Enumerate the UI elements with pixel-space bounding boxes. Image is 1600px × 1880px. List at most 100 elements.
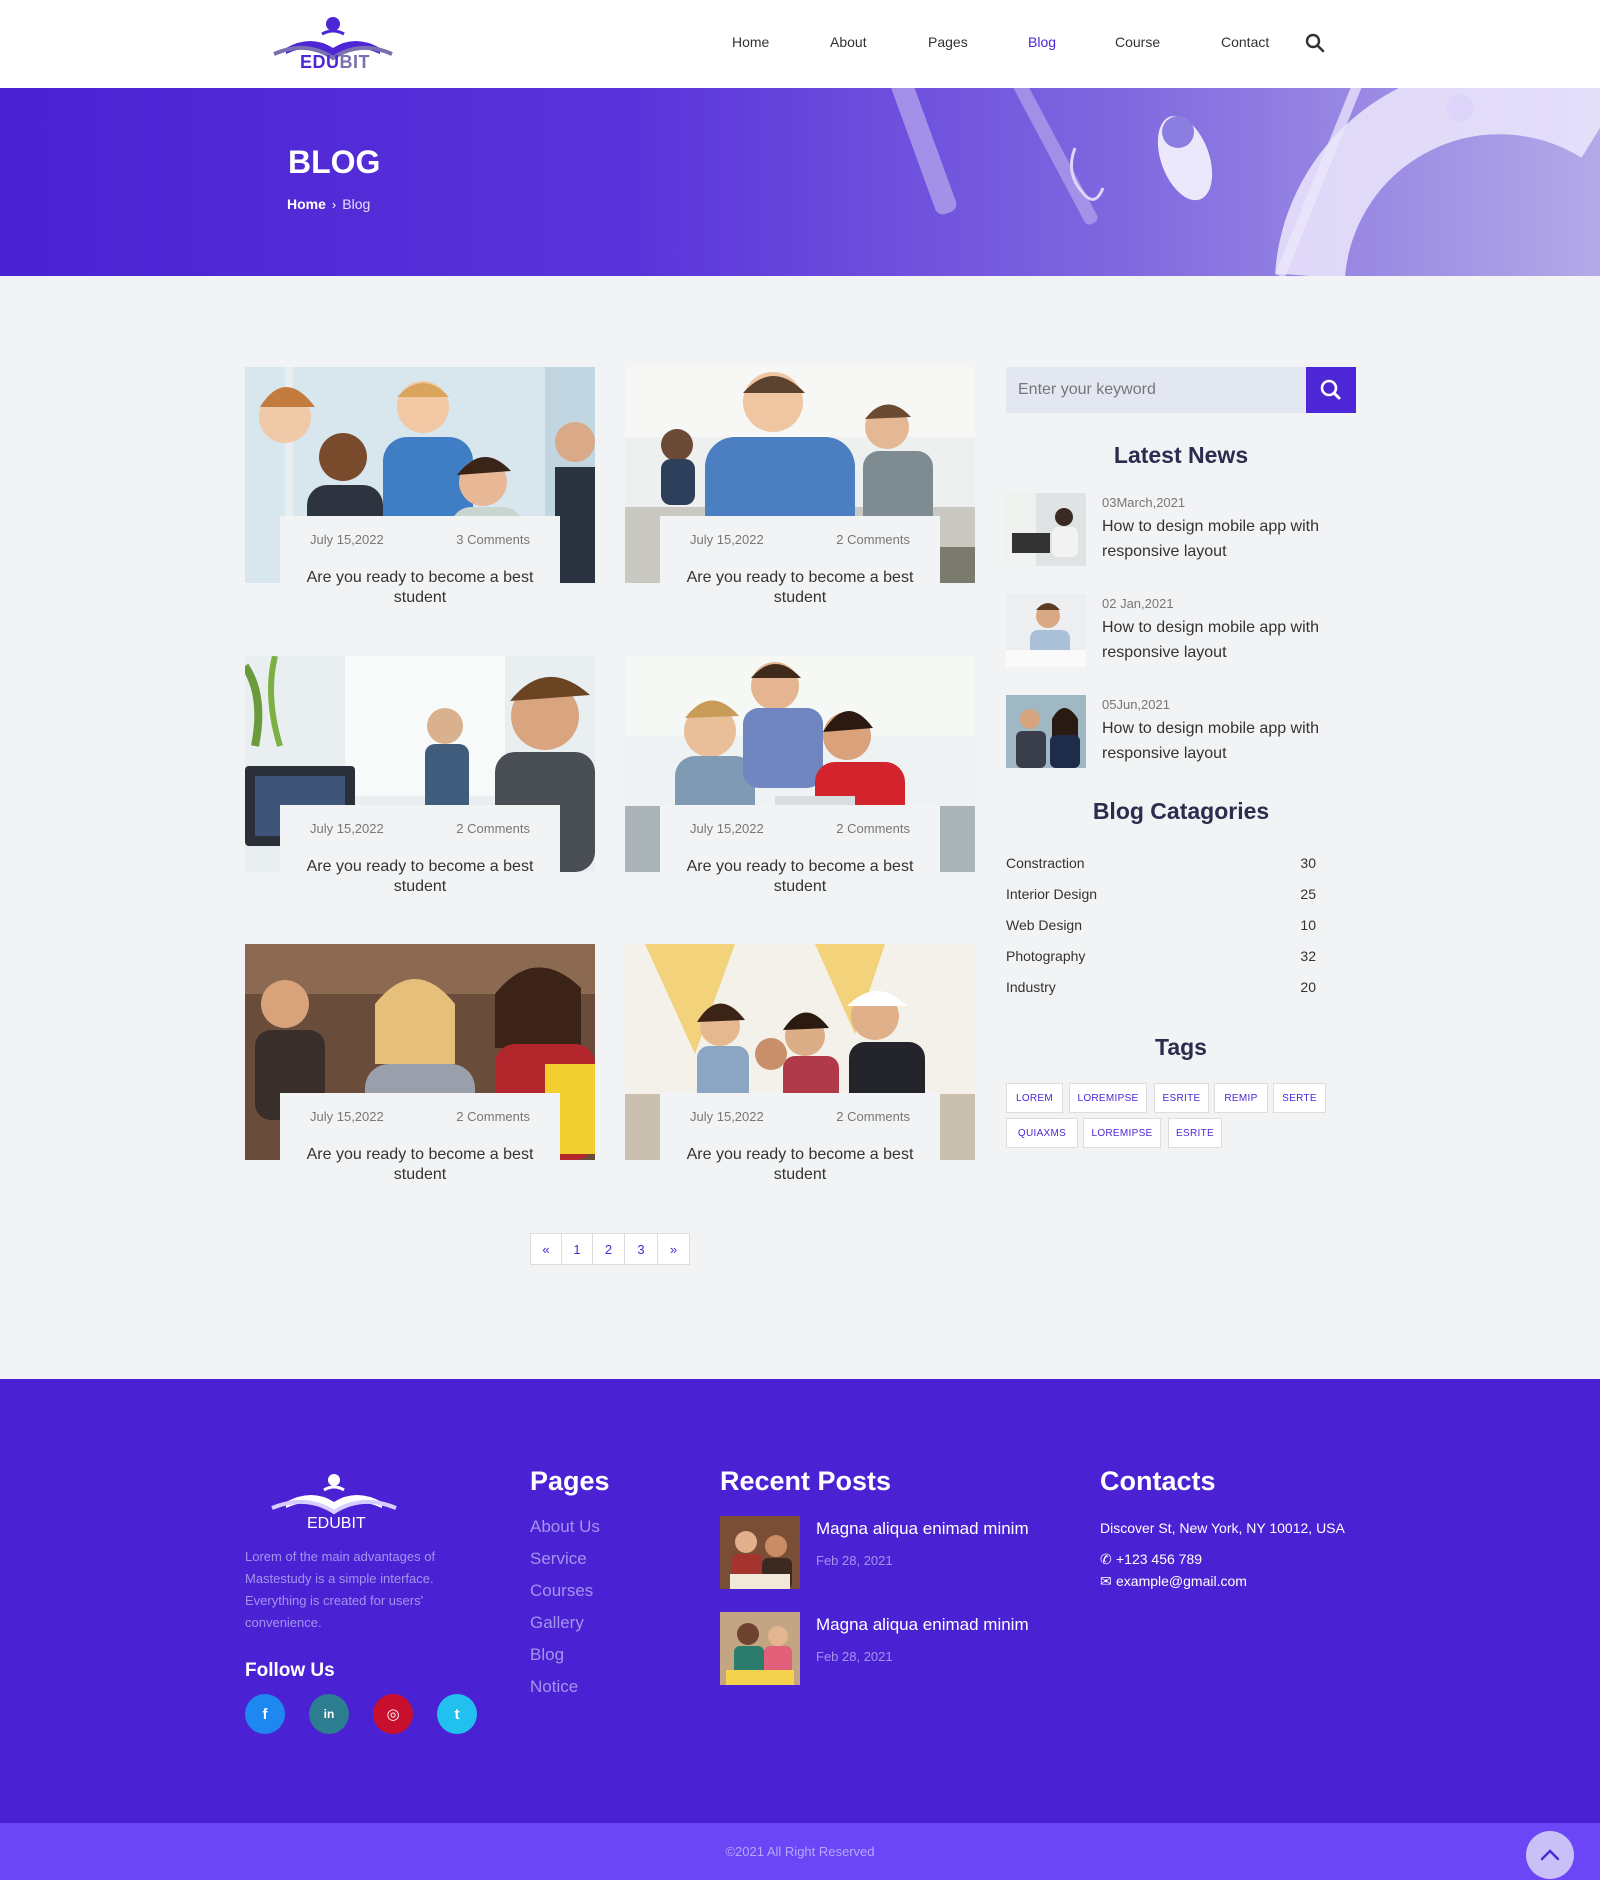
news-date: 05Jun,2021 xyxy=(1102,697,1170,712)
footer-page-link[interactable]: Gallery xyxy=(530,1613,584,1633)
footer-contacts-title: Contacts xyxy=(1100,1466,1216,1496)
nav-pages[interactable]: Pages xyxy=(928,34,968,50)
breadcrumb-home[interactable]: Home xyxy=(287,196,326,212)
recent-post-thumbnail[interactable] xyxy=(720,1516,800,1589)
tag[interactable]: ESRITE xyxy=(1168,1118,1222,1148)
footer-pages-title: Pages xyxy=(530,1466,610,1496)
tag[interactable]: ESRITE xyxy=(1154,1083,1209,1113)
tag[interactable]: REMIP xyxy=(1214,1083,1268,1113)
tag[interactable]: SERTE xyxy=(1273,1083,1326,1113)
footer-page-link[interactable]: Courses xyxy=(530,1581,593,1601)
tag[interactable]: LOREMIPSE xyxy=(1083,1118,1161,1148)
post-title[interactable]: Are you ready to become a best student xyxy=(670,857,930,897)
footer-page-link[interactable]: Blog xyxy=(530,1645,564,1665)
post-card[interactable]: July 15,2022 2 Comments Are you ready to… xyxy=(660,805,940,911)
post-title[interactable]: Are you ready to become a best student xyxy=(670,568,930,608)
nav-course[interactable]: Course xyxy=(1115,34,1160,50)
news-title[interactable]: How to design mobile app with responsive… xyxy=(1102,514,1362,564)
news-title[interactable]: How to design mobile app with responsive… xyxy=(1102,615,1362,665)
category-count: 25 xyxy=(1300,886,1316,902)
page-banner: BLOG Home › Blog xyxy=(0,88,1600,276)
category-item[interactable]: Interior Design xyxy=(1006,886,1097,902)
news-thumbnail[interactable] xyxy=(1006,594,1086,667)
footer-about: Lorem of the main advantages of Mastestu… xyxy=(245,1549,436,1630)
footer-page-link[interactable]: Service xyxy=(530,1549,587,1569)
contact-phone[interactable]: +123 456 789 xyxy=(1116,1551,1202,1567)
stationery-illustration xyxy=(885,88,1600,276)
post-comments[interactable]: 2 Comments xyxy=(836,1109,910,1124)
nav-contact[interactable]: Contact xyxy=(1221,34,1269,50)
post-title[interactable]: Are you ready to become a best student xyxy=(290,568,550,608)
post-card[interactable]: July 15,2022 3 Comments Are you ready to… xyxy=(280,516,560,622)
category-item[interactable]: Constraction xyxy=(1006,855,1085,871)
post-card[interactable]: July 15,2022 2 Comments Are you ready to… xyxy=(660,1093,940,1199)
post-title[interactable]: Are you ready to become a best student xyxy=(290,1145,550,1185)
nav-home[interactable]: Home xyxy=(732,34,769,50)
nav-about[interactable]: About xyxy=(830,34,867,50)
recent-post-date: Feb 28, 2021 xyxy=(816,1553,893,1568)
category-item[interactable]: Web Design xyxy=(1006,917,1082,933)
linkedin-icon[interactable]: in xyxy=(309,1694,349,1734)
post-card[interactable]: July 15,2022 2 Comments Are you ready to… xyxy=(280,805,560,911)
mail-icon: ✉ xyxy=(1100,1573,1112,1589)
pagination-prev[interactable]: « xyxy=(530,1233,562,1265)
contact-email-row: ✉ example@gmail.com xyxy=(1100,1573,1247,1590)
category-count: 10 xyxy=(1300,917,1316,933)
instagram-icon[interactable]: ◎ xyxy=(373,1694,413,1734)
recent-post-thumbnail[interactable] xyxy=(720,1612,800,1685)
news-date: 02 Jan,2021 xyxy=(1102,596,1174,611)
post-card[interactable]: July 15,2022 2 Comments Are you ready to… xyxy=(280,1093,560,1199)
chevron-up-icon xyxy=(1540,1849,1560,1861)
recent-post-title[interactable]: Magna aliqua enimad minim xyxy=(816,1615,1029,1635)
pagination-next[interactable]: » xyxy=(657,1233,690,1265)
post-comments[interactable]: 2 Comments xyxy=(456,821,530,836)
back-to-top-button[interactable] xyxy=(1526,1831,1574,1879)
post-comments[interactable]: 3 Comments xyxy=(456,532,530,547)
categories-title: Blog Catagories xyxy=(1092,798,1270,824)
post-date: July 15,2022 xyxy=(690,821,764,836)
footer-brand: EDUBIT xyxy=(307,1515,366,1532)
recent-post-title[interactable]: Magna aliqua enimad minim xyxy=(816,1519,1029,1539)
footer-page-link[interactable]: About Us xyxy=(530,1517,600,1537)
category-item[interactable]: Industry xyxy=(1006,979,1056,995)
post-title[interactable]: Are you ready to become a best student xyxy=(670,1145,930,1185)
category-count: 30 xyxy=(1300,855,1316,871)
tag[interactable]: LOREMIPSE xyxy=(1069,1083,1147,1113)
search-icon xyxy=(1320,379,1341,400)
post-comments[interactable]: 2 Comments xyxy=(456,1109,530,1124)
site-footer xyxy=(0,1379,1600,1823)
pagination-page[interactable]: 1 xyxy=(561,1233,593,1265)
news-thumbnail[interactable] xyxy=(1006,493,1086,566)
site-header: EDUBIT Home About Pages Blog Course Cont… xyxy=(0,0,1600,88)
sidebar-search xyxy=(1006,367,1306,413)
copyright-text: ©2021 All Right Reserved xyxy=(725,1844,875,1859)
search-input[interactable] xyxy=(1006,367,1306,413)
pagination-page[interactable]: 2 xyxy=(592,1233,625,1265)
footer-page-link[interactable]: Notice xyxy=(530,1677,578,1697)
post-card[interactable]: July 15,2022 2 Comments Are you ready to… xyxy=(660,516,940,622)
contact-email[interactable]: example@gmail.com xyxy=(1116,1573,1247,1589)
category-count: 20 xyxy=(1300,979,1316,995)
post-date: July 15,2022 xyxy=(310,1109,384,1124)
search-button[interactable] xyxy=(1306,367,1356,413)
news-date: 03March,2021 xyxy=(1102,495,1186,510)
news-title[interactable]: How to design mobile app with responsive… xyxy=(1102,716,1362,766)
follow-us-title: Follow Us xyxy=(245,1660,335,1681)
footer-recent-title: Recent Posts xyxy=(720,1466,892,1496)
page-title: BLOG xyxy=(288,144,381,180)
category-item[interactable]: Photography xyxy=(1006,948,1085,964)
post-date: July 15,2022 xyxy=(310,532,384,547)
pagination-page[interactable]: 3 xyxy=(624,1233,658,1265)
tags-title: Tags xyxy=(1155,1034,1207,1060)
post-title[interactable]: Are you ready to become a best student xyxy=(290,857,550,897)
facebook-icon[interactable]: f xyxy=(245,1694,285,1734)
search-icon[interactable] xyxy=(1304,32,1326,54)
nav-blog[interactable]: Blog xyxy=(1028,34,1056,50)
post-comments[interactable]: 2 Comments xyxy=(836,532,910,547)
tag[interactable]: LOREM xyxy=(1006,1083,1063,1113)
tag[interactable]: QUIAXMS xyxy=(1006,1118,1078,1148)
news-thumbnail[interactable] xyxy=(1006,695,1086,768)
chevron-right-icon: › xyxy=(331,197,337,212)
post-comments[interactable]: 2 Comments xyxy=(836,821,910,836)
twitter-icon[interactable]: t xyxy=(437,1694,477,1734)
